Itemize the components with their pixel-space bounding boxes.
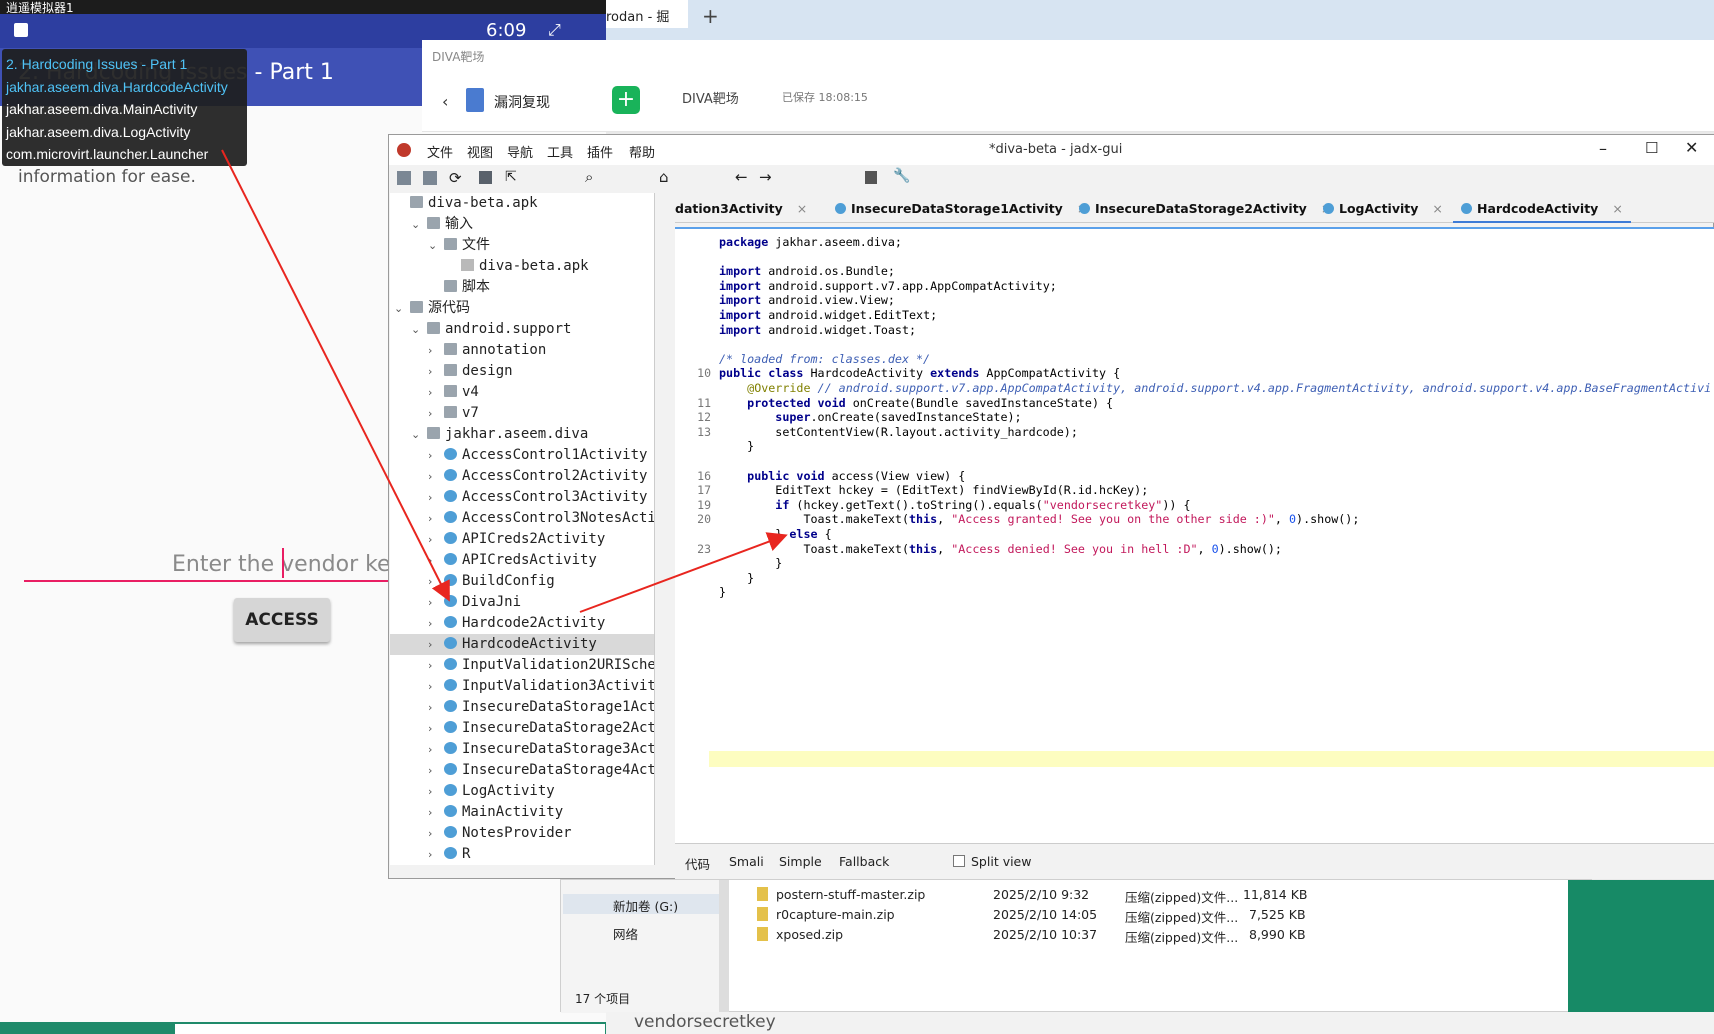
arrow-to-tree bbox=[221, 149, 450, 602]
arrow-to-code bbox=[579, 532, 788, 613]
annotation-arrows bbox=[221, 149, 788, 613]
